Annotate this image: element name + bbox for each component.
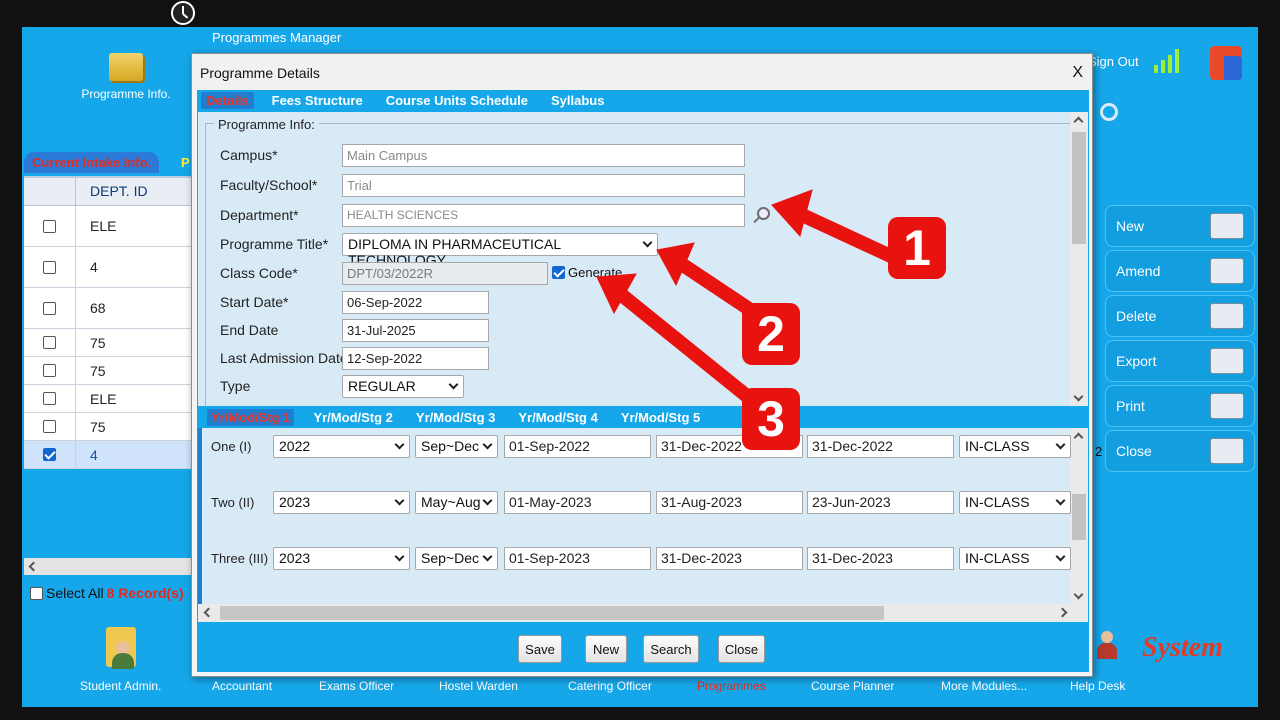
annotation-number: 3 — [742, 388, 800, 450]
annotation-arrows — [596, 189, 898, 411]
monitor-frame: Programmes Manager Programme Info. Sign … — [0, 0, 1280, 720]
arrow-1-head — [771, 189, 813, 238]
annotation-number: 2 — [742, 303, 800, 365]
arrow-1 — [797, 207, 898, 265]
annotation-number: 1 — [888, 217, 946, 279]
